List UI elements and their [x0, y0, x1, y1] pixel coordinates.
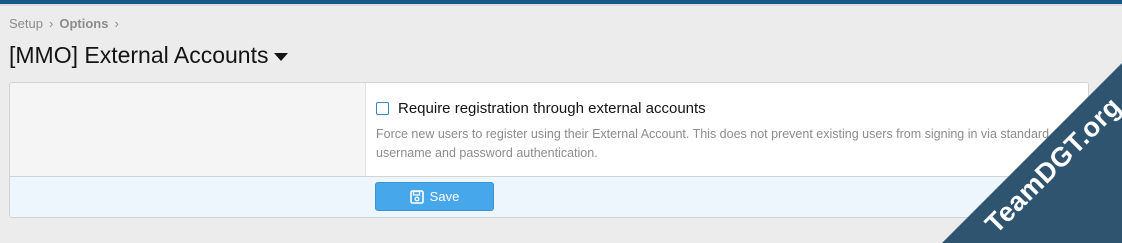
page-title[interactable]: [MMO] External Accounts — [9, 42, 289, 69]
chevron-right-icon: › — [114, 16, 119, 31]
option-label-column — [10, 83, 366, 176]
floppy-disk-icon — [409, 189, 424, 204]
require-external-registration-checkbox[interactable] — [376, 102, 389, 115]
watermark-triangle — [942, 63, 1122, 243]
top-shade — [0, 4, 1122, 6]
caret-down-icon[interactable] — [274, 52, 289, 61]
options-block: Require registration through external ac… — [9, 82, 1089, 218]
page-title-text: [MMO] External Accounts — [9, 42, 269, 68]
require-external-registration-option[interactable]: Require registration through external ac… — [376, 100, 706, 117]
breadcrumb: Setup › Options › — [9, 16, 125, 31]
require-external-registration-label[interactable]: Require registration through external ac… — [398, 100, 706, 117]
save-button[interactable]: Save — [375, 182, 494, 211]
chevron-right-icon: › — [48, 16, 54, 31]
form-submit-row: Save — [10, 176, 1088, 217]
save-button-label: Save — [429, 189, 460, 204]
breadcrumb-item-options[interactable]: Options — [59, 16, 108, 31]
breadcrumb-item-setup[interactable]: Setup — [9, 16, 43, 31]
